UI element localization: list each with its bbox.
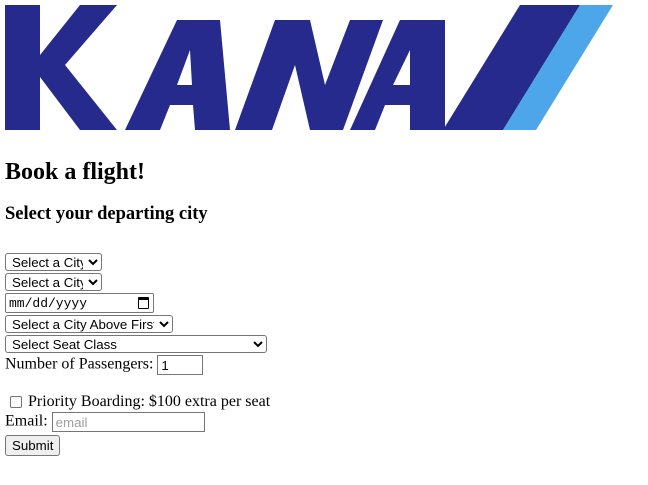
kana-logo [5,5,613,130]
booking-page: Book a flight! Select your departing cit… [0,5,648,456]
email-input[interactable] [51,412,205,432]
passengers-input[interactable] [157,355,204,375]
departing-city-select[interactable]: Select a City [5,253,102,271]
booking-form: Select a City Select a City mm/dd/yyyy S… [5,253,648,456]
arrival-city-select[interactable]: Select a City [5,273,102,291]
submit-button[interactable]: Submit [5,435,61,456]
section-subtitle: Select your departing city [5,204,208,224]
date-input[interactable]: mm/dd/yyyy [5,293,154,313]
date-placeholder: mm/dd/yyyy [9,295,88,311]
page-title: Book a flight! [5,159,146,185]
priority-label: Priority Boarding: $100 extra per seat [28,393,271,410]
flight-select[interactable]: Select a City Above First [5,315,173,333]
priority-checkbox[interactable] [10,395,22,408]
passengers-label: Number of Passengers: [5,355,154,373]
email-label: Email: [5,412,48,430]
seat-class-select[interactable]: Select Seat Class [5,335,267,353]
calendar-icon[interactable] [138,297,149,309]
